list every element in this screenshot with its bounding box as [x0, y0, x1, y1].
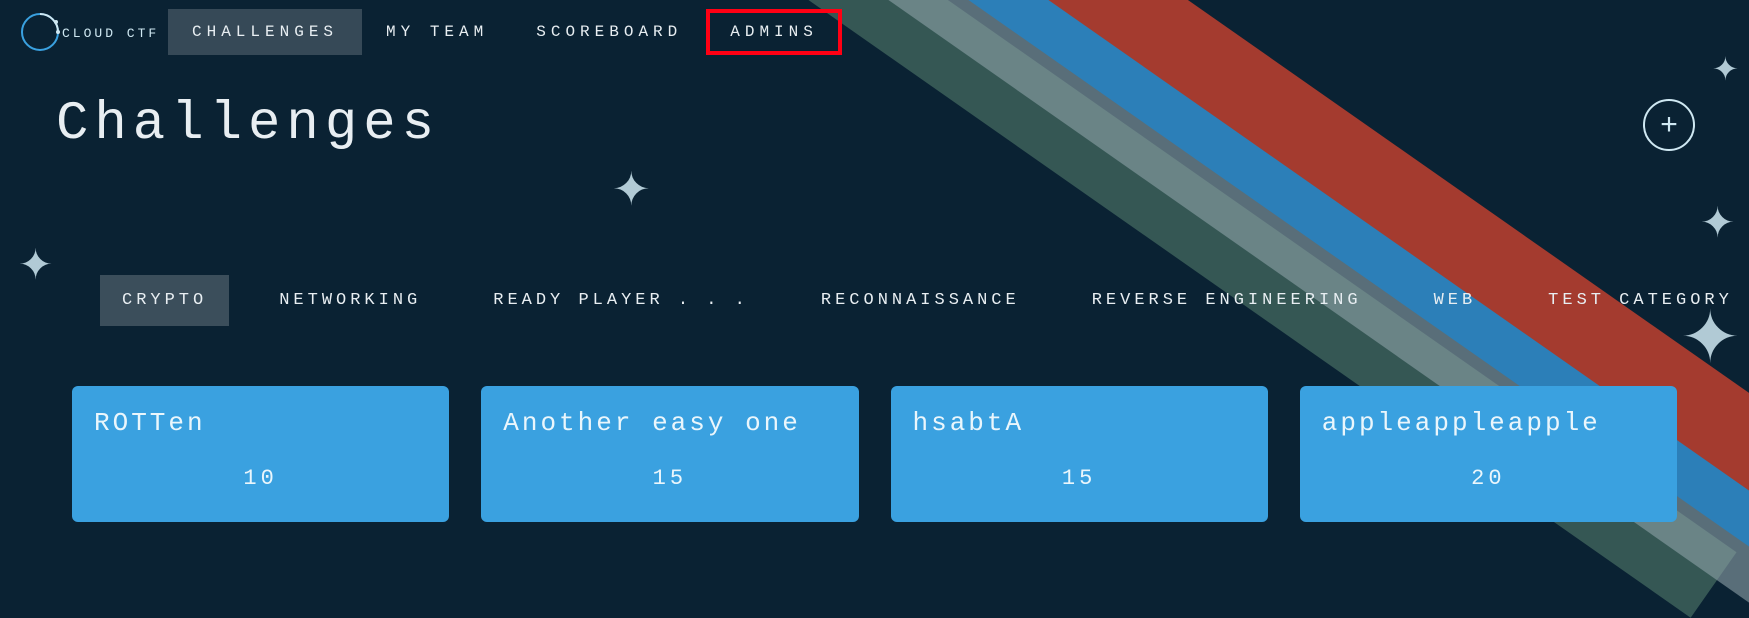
- challenge-title: appleappleapple: [1322, 408, 1655, 438]
- tab-crypto[interactable]: CRYPTO: [100, 275, 229, 326]
- nav-admins[interactable]: ADMINS: [706, 9, 842, 55]
- challenge-card[interactable]: appleappleapple 20: [1300, 386, 1677, 522]
- challenge-points: 15: [913, 466, 1246, 491]
- top-nav: CHALLENGES MY TEAM SCOREBOARD ADMINS: [168, 9, 842, 55]
- star-icon: ✦: [612, 162, 651, 219]
- plus-icon: +: [1660, 108, 1678, 142]
- challenge-card[interactable]: hsabtA 15: [891, 386, 1268, 522]
- challenge-card[interactable]: Another easy one 15: [481, 386, 858, 522]
- category-tabs: CRYPTO NETWORKING READY PLAYER . . . REC…: [0, 275, 1749, 326]
- challenge-card[interactable]: ROTTen 10: [72, 386, 449, 522]
- page-title: Challenges: [56, 94, 440, 155]
- header: CLOUD CTF CHALLENGES MY TEAM SCOREBOARD …: [0, 0, 1749, 64]
- tab-reverse-engineering[interactable]: REVERSE ENGINEERING: [1070, 275, 1384, 326]
- challenge-points: 20: [1322, 466, 1655, 491]
- tab-ready-player[interactable]: READY PLAYER . . .: [471, 275, 771, 326]
- challenge-points: 15: [503, 466, 836, 491]
- logo[interactable]: CLOUD CTF: [18, 8, 158, 56]
- challenge-points: 10: [94, 466, 427, 491]
- challenge-title: Another easy one: [503, 408, 836, 438]
- tab-web[interactable]: WEB: [1412, 275, 1499, 326]
- nav-scoreboard[interactable]: SCOREBOARD: [512, 9, 706, 55]
- challenge-grid: ROTTen 10 Another easy one 15 hsabtA 15 …: [0, 386, 1749, 522]
- tab-test-category[interactable]: TEST CATEGORY: [1526, 275, 1749, 326]
- add-button[interactable]: +: [1643, 99, 1695, 151]
- title-row: Challenges +: [0, 64, 1749, 155]
- challenge-title: ROTTen: [94, 408, 427, 438]
- nav-challenges[interactable]: CHALLENGES: [168, 9, 362, 55]
- tab-networking[interactable]: NETWORKING: [257, 275, 443, 326]
- logo-icon: CLOUD CTF: [18, 8, 158, 56]
- logo-text: CLOUD CTF: [62, 26, 158, 41]
- tab-reconnaissance[interactable]: RECONNAISSANCE: [799, 275, 1042, 326]
- challenge-title: hsabtA: [913, 408, 1246, 438]
- star-icon: ✦: [1700, 198, 1735, 250]
- nav-my-team[interactable]: MY TEAM: [362, 9, 512, 55]
